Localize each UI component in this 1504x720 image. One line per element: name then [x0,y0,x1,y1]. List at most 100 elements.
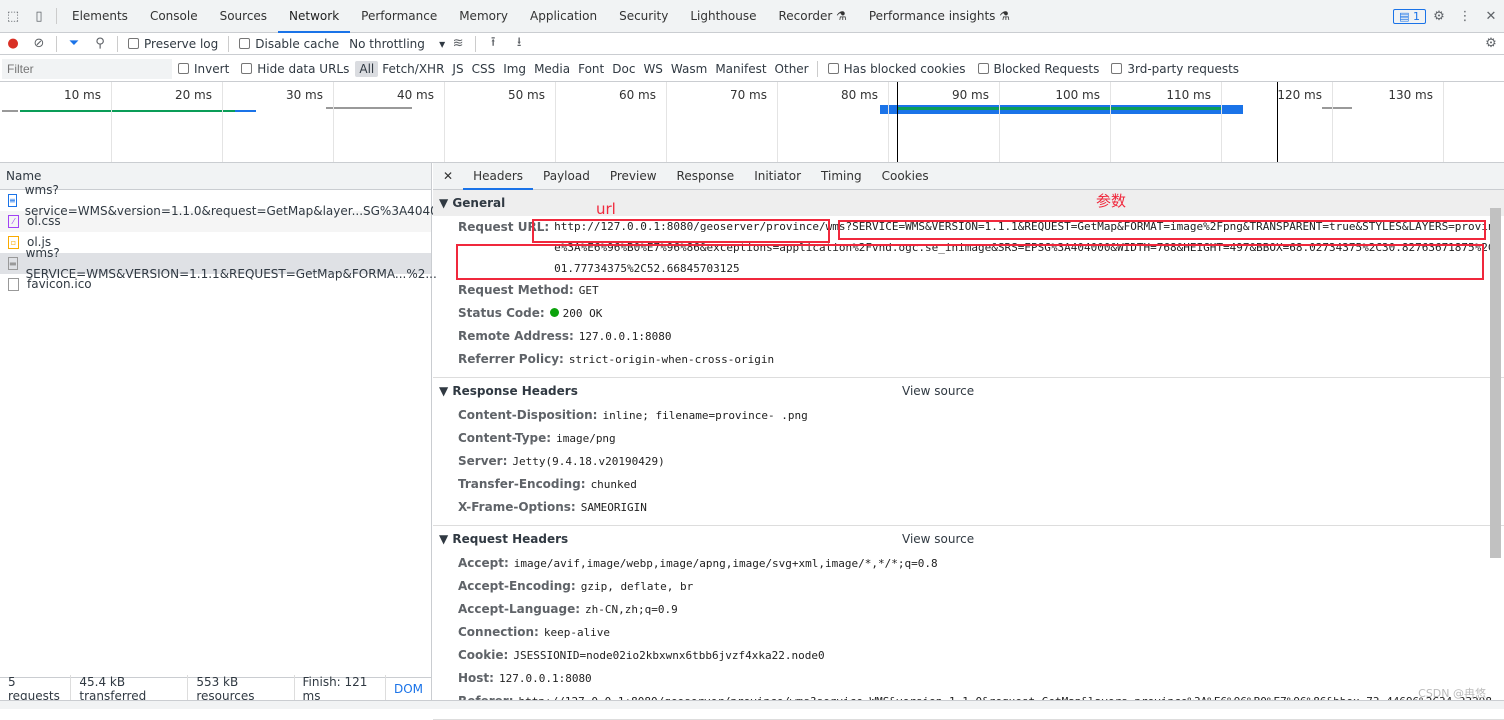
filter-type-css[interactable]: CSS [468,61,500,77]
grid-line [222,82,223,162]
request-row[interactable]: ≡ wms?service=WMS&version=1.1.0&request=G… [0,183,449,218]
tab-performance[interactable]: Performance [350,0,448,33]
invert-checkbox[interactable]: Invert [178,62,229,76]
watermark: CSDN @冉悠 [1418,687,1486,700]
disable-cache-checkbox[interactable]: Disable cache [239,37,339,51]
header-row: Cookie: JSESSIONID=node02io2kbxwnx6tbb6jv… [433,644,1504,667]
header-name: Transfer-Encoding: [458,477,586,491]
third-party-label: 3rd-party requests [1127,61,1240,76]
filter-type-font[interactable]: Font [574,61,608,77]
network-settings-gear-icon[interactable]: ⚙ [1478,36,1504,51]
tick-label: 90 ms [951,88,989,102]
tab-elements[interactable]: Elements [61,0,139,33]
tick-label: 20 ms [174,88,212,102]
tab-console[interactable]: Console [139,0,209,33]
header-name: Accept: [458,556,509,570]
tab-application[interactable]: Application [519,0,608,33]
filter-type-other[interactable]: Other [771,61,813,77]
search-icon[interactable]: ⚲ [87,36,113,51]
header-value: gzip, deflate, br [580,580,694,593]
section-title: Response Headers [452,384,578,398]
tab-recorder[interactable]: Recorder ⚗ [768,0,858,33]
more-options-icon[interactable]: ⋮ [1452,9,1478,24]
header-value: Jetty(9.4.18.v20190429) [512,455,665,468]
divider [56,8,57,24]
timeline-overview[interactable]: 10 ms 20 ms 30 ms 40 ms 50 ms 60 ms 70 ms 80 ms… [0,82,1504,163]
grid-line [1221,82,1222,162]
record-icon[interactable]: ● [0,36,26,51]
view-source-link[interactable]: View source [902,526,974,552]
tab-preview[interactable]: Preview [600,163,667,190]
preserve-log-checkbox[interactable]: Preserve log [128,37,218,51]
filter-type-fetch-xhr[interactable]: Fetch/XHR [378,61,448,77]
filter-type-all[interactable]: All [355,60,379,77]
tab-sources[interactable]: Sources [209,0,278,33]
filter-type-manifest[interactable]: Manifest [711,61,770,77]
throttling-select[interactable]: No throttling ▾ [349,37,445,51]
network-conditions-icon[interactable]: ≋ [445,36,471,51]
header-row: Connection: keep-alive [433,621,1504,644]
import-har-icon[interactable]: ⭱ [480,33,506,55]
invert-label: Invert [194,61,230,76]
close-icon[interactable]: ✕ [1478,9,1504,24]
close-detail-icon[interactable]: ✕ [433,163,463,190]
tick-label: 10 ms [63,88,101,102]
tab-performance-insights[interactable]: Performance insights ⚗ [858,0,1021,33]
section-header-request[interactable]: ▼ Request Headers View source [433,526,1504,552]
filter-input[interactable] [2,58,172,79]
tab-cookies[interactable]: Cookies [872,163,939,190]
network-toolbar: ● ⊘ ⏷ ⚲ Preserve log Disable cache No th… [0,33,1504,55]
params-annotation-box [838,220,1486,240]
header-name: X-Frame-Options: [458,500,576,514]
issues-count: 1 [1413,9,1420,23]
hide-data-urls-label: Hide data URLs [257,61,350,76]
section-header-response[interactable]: ▼ Response Headers View source [433,378,1504,404]
request-row[interactable]: ▬ wms?SERVICE=WMS&VERSION=1.1.1&REQUEST=G… [0,246,437,281]
disable-cache-label: Disable cache [255,36,340,51]
tab-network[interactable]: Network [278,0,351,33]
issues-badge[interactable]: ▤ 1 [1393,8,1426,24]
tab-security[interactable]: Security [608,0,679,33]
tab-payload[interactable]: Payload [533,163,600,190]
tab-response[interactable]: Response [667,163,745,190]
filter-type-media[interactable]: Media [530,61,574,77]
blocked-requests-checkbox[interactable]: Blocked Requests [977,62,1099,76]
request-name: wms?service=WMS&version=1.1.0&request=Ge… [24,182,450,218]
header-name: Status Code: [458,306,545,320]
throttling-value: No throttling [349,36,425,51]
settings-gear-icon[interactable]: ⚙ [1426,9,1452,24]
filter-type-wasm[interactable]: Wasm [667,61,711,77]
device-toggle-icon[interactable]: ▯ [26,9,52,24]
header-row: Content-Type: image/png [433,427,1504,450]
tab-headers[interactable]: Headers [463,163,534,190]
filter-type-img[interactable]: Img [499,61,530,77]
header-name: Host: [458,671,494,685]
request-name: favicon.ico [27,277,92,291]
tab-timing[interactable]: Timing [811,163,872,190]
blocked-cookies-checkbox[interactable]: Has blocked cookies [827,62,966,76]
header-value: 200 OK [562,307,603,320]
tick-label: 40 ms [396,88,434,102]
filter-icon[interactable]: ⏷ [61,36,87,51]
tab-memory[interactable]: Memory [448,0,519,33]
export-har-icon[interactable]: ⭳ [506,33,532,55]
inspect-icon[interactable]: ⬚ [0,9,26,24]
header-value: SAMEORIGIN [580,501,647,514]
scrollbar[interactable] [1490,208,1501,558]
filter-type-js[interactable]: JS [448,61,467,77]
filter-type-ws[interactable]: WS [639,61,666,77]
header-value: keep-alive [543,626,611,639]
tab-initiator[interactable]: Initiator [744,163,811,190]
view-source-link[interactable]: View source [902,378,974,404]
third-party-checkbox[interactable]: 3rd-party requests [1111,62,1239,76]
clear-icon[interactable]: ⊘ [26,36,52,51]
divider [56,35,57,52]
divider [816,60,818,77]
section-header-general[interactable]: ▼ General [433,190,1504,216]
filter-type-doc[interactable]: Doc [608,61,639,77]
panel-tabs: Elements Console Sources Network Performance… [61,0,1021,33]
tab-lighthouse[interactable]: Lighthouse [679,0,767,33]
timeline-bar [20,110,235,112]
hide-data-urls-checkbox[interactable]: Hide data URLs [241,62,349,76]
tick-label: 130 ms [1388,88,1433,102]
